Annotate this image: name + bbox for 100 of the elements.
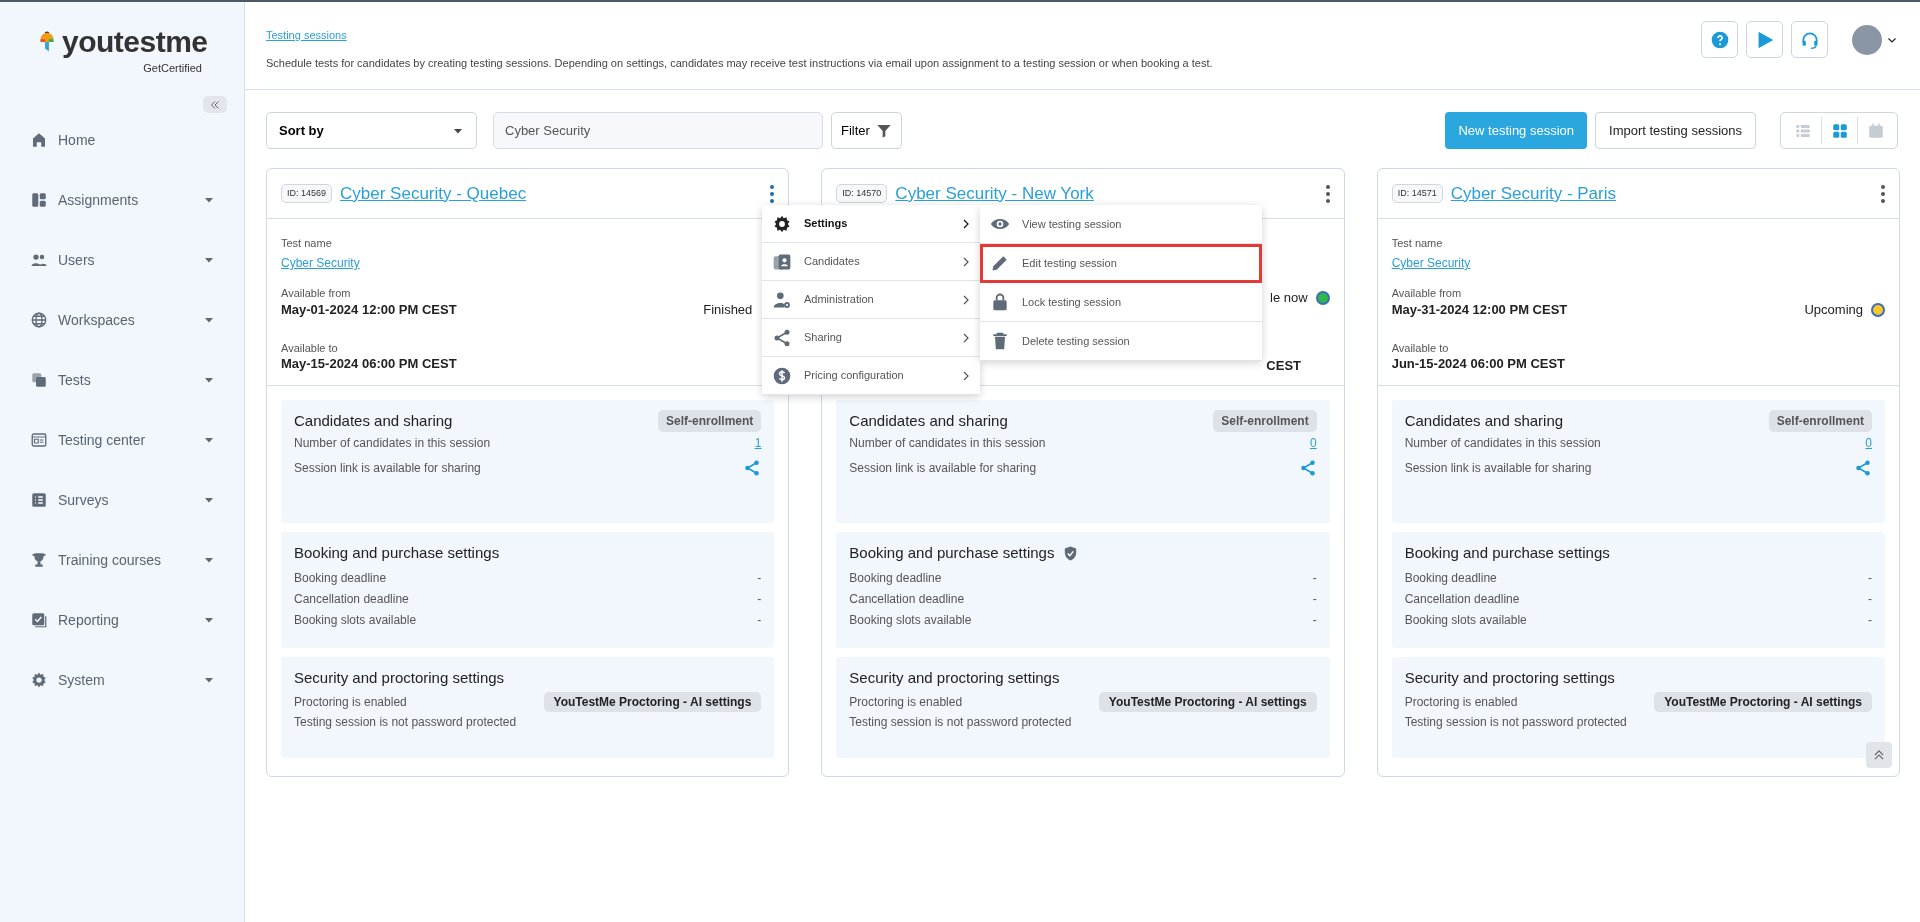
session-title-link[interactable]: Cyber Security - Paris bbox=[1450, 180, 1616, 207]
status-text: le now bbox=[1270, 289, 1308, 307]
row-label: Testing session is not password protected bbox=[294, 713, 517, 730]
headset-icon bbox=[1799, 29, 1820, 50]
menu-item[interactable]: Pricing configuration bbox=[762, 357, 980, 395]
help-button[interactable] bbox=[1701, 21, 1738, 58]
section-title: Booking and purchase settings bbox=[294, 543, 500, 563]
menu-item[interactable]: Settings bbox=[762, 205, 980, 243]
row-label: Testing session is not password protected bbox=[1404, 713, 1627, 730]
logo-tagline: GetCertified bbox=[142, 61, 202, 76]
row-label: Number of candidates in this session bbox=[1404, 434, 1601, 451]
row-value: - bbox=[757, 569, 762, 586]
double-chevron-left-icon bbox=[209, 98, 221, 111]
row-value: - bbox=[1868, 569, 1872, 586]
stacked-pages-icon bbox=[30, 371, 48, 389]
row-value: - bbox=[1312, 569, 1317, 586]
sidebar-item[interactable]: Tests bbox=[0, 350, 244, 410]
row-label: Testing session is not password protected bbox=[849, 713, 1072, 730]
test-name-link[interactable]: Cyber Security bbox=[281, 256, 360, 270]
kebab-icon bbox=[1881, 185, 1885, 204]
logo-wordmark: youtestme bbox=[62, 27, 208, 57]
row-label: Cancellation deadline bbox=[294, 590, 409, 607]
breadcrumb-link[interactable]: Testing sessions bbox=[266, 29, 347, 41]
avatar bbox=[1852, 24, 1882, 55]
sidebar-item[interactable]: Surveys bbox=[0, 470, 244, 530]
date-value: May-01-2024 12:00 PM CEST bbox=[281, 301, 457, 319]
date-value: May-31-2024 12:00 PM CEST bbox=[1391, 301, 1568, 319]
proctoring-badge: YouTestMe Proctoring - AI settings bbox=[1098, 691, 1317, 712]
row-label: Session link is available for sharing bbox=[1404, 459, 1592, 476]
sidebar-item[interactable]: Training courses bbox=[0, 530, 244, 590]
settings-icon bbox=[30, 671, 48, 689]
row-label: Booking slots available bbox=[294, 611, 417, 628]
section-title: Booking and purchase settings bbox=[849, 543, 1055, 563]
user-menu-button[interactable] bbox=[1852, 24, 1898, 55]
submenu-item[interactable]: Delete testing session bbox=[980, 322, 1262, 361]
dashboard-icon bbox=[30, 191, 48, 209]
section-title: Candidates and sharing bbox=[294, 411, 453, 431]
field-label: Test name bbox=[281, 236, 333, 250]
support-headset-button[interactable] bbox=[1791, 21, 1828, 58]
sidebar-item[interactable]: System bbox=[0, 650, 244, 710]
list-icon bbox=[30, 491, 48, 509]
session-title-link[interactable]: Cyber Security - Quebec bbox=[340, 180, 527, 207]
row-label: Session link is available for sharing bbox=[849, 459, 1037, 476]
play-button[interactable] bbox=[1746, 21, 1783, 58]
row-value: - bbox=[757, 611, 762, 628]
sort-dropdown[interactable]: Sort by bbox=[266, 112, 477, 149]
section-title: Candidates and sharing bbox=[1404, 411, 1564, 431]
field-label: Test name bbox=[1391, 236, 1444, 250]
question-circle-icon bbox=[1709, 29, 1730, 50]
test-name-link[interactable]: Cyber Security bbox=[1391, 256, 1471, 270]
sidebar-item[interactable]: Users bbox=[0, 230, 244, 290]
page-description: Schedule tests for candidates by creating testing sessions. Depending on settings, candidates may receive test instructions via email upon assignment to a testing session or when booking a test. bbox=[266, 56, 1213, 71]
enrollment-badge: Self-enrollment bbox=[1768, 410, 1872, 433]
sidebar-item[interactable]: Testing center bbox=[0, 410, 244, 470]
home-icon bbox=[30, 131, 48, 149]
section-title: Security and proctoring settings bbox=[1404, 668, 1616, 688]
session-title-link[interactable]: Cyber Security - New York bbox=[895, 180, 1094, 207]
field-label: Available from bbox=[1391, 286, 1463, 300]
enrollment-badge: Self-enrollment bbox=[1213, 410, 1317, 433]
sidebar-item[interactable]: Reporting bbox=[0, 590, 244, 650]
status-text: Upcoming bbox=[1804, 301, 1863, 319]
collapse-sidebar-button[interactable] bbox=[203, 96, 227, 113]
submenu-item[interactable]: Edit testing session bbox=[980, 244, 1262, 283]
row-value: - bbox=[1868, 590, 1872, 607]
field-label: Available from bbox=[281, 286, 352, 300]
filter-button[interactable]: Filter bbox=[831, 112, 902, 149]
sidebar-item[interactable]: Assignments bbox=[0, 170, 244, 230]
menu-item[interactable]: Candidates bbox=[762, 243, 980, 281]
row-label: Proctoring is enabled bbox=[1404, 693, 1518, 710]
row-label: Proctoring is enabled bbox=[294, 693, 407, 710]
row-label: Session link is available for sharing bbox=[294, 459, 481, 476]
session-id: ID: 14571 bbox=[1391, 183, 1443, 204]
section-title: Security and proctoring settings bbox=[849, 668, 1061, 688]
scroll-top-button[interactable] bbox=[1866, 742, 1892, 768]
users-icon bbox=[30, 251, 48, 269]
search-field[interactable]: Cyber Security bbox=[493, 112, 823, 149]
session-id: ID: 14570 bbox=[836, 183, 888, 204]
row-value: - bbox=[1868, 611, 1872, 628]
menu-item[interactable]: Administration bbox=[762, 281, 980, 319]
field-label: Available to bbox=[281, 341, 339, 355]
status-text: Finished bbox=[703, 301, 753, 319]
share-icon bbox=[743, 459, 762, 478]
row-value: - bbox=[1312, 611, 1317, 628]
import-button[interactable]: Import testing sessions bbox=[1595, 112, 1756, 149]
submenu-item[interactable]: Lock testing session bbox=[980, 283, 1262, 322]
menu-item[interactable]: Sharing bbox=[762, 319, 980, 357]
date-value: CEST bbox=[1266, 357, 1302, 374]
settings-icon bbox=[772, 213, 792, 234]
window-icon bbox=[30, 431, 48, 449]
sidebar-item[interactable]: Workspaces bbox=[0, 290, 244, 350]
share-icon bbox=[1854, 459, 1872, 478]
share-icon bbox=[1298, 459, 1317, 478]
lock-icon bbox=[990, 292, 1010, 312]
submenu-item[interactable]: View testing session bbox=[980, 205, 1262, 244]
sidebar-item[interactable]: Home bbox=[0, 110, 244, 170]
share-icon bbox=[772, 327, 792, 348]
pencil-icon bbox=[990, 253, 1010, 273]
proctoring-badge: YouTestMe Proctoring - AI settings bbox=[1654, 691, 1872, 712]
row-label: Booking deadline bbox=[1404, 569, 1497, 586]
globe-icon bbox=[30, 311, 48, 329]
